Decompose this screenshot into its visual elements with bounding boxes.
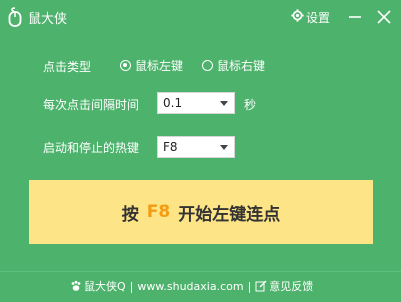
- minimize-icon: [349, 16, 361, 18]
- footer-separator: |: [247, 279, 252, 293]
- dropdown-arrow-icon: [220, 101, 228, 106]
- start-prefix: 按: [121, 204, 139, 225]
- radio-right-label: 鼠标右键: [217, 58, 266, 73]
- mouse-logo-icon: [8, 7, 22, 27]
- minimize-button[interactable]: [346, 8, 364, 26]
- start-clicking-button[interactable]: 按 F8 开始左键连点: [29, 180, 373, 244]
- dropdown-arrow-icon: [220, 145, 228, 150]
- website-link[interactable]: www.shudaxia.com: [137, 280, 243, 293]
- settings-button[interactable]: 设置: [291, 8, 330, 26]
- feedback-link-label: 意见反馈: [269, 280, 314, 293]
- brand-link-label: 鼠大侠Q: [84, 280, 126, 293]
- gear-icon: [291, 9, 304, 25]
- interval-label: 每次点击间隔时间: [43, 98, 140, 112]
- start-suffix: 开始左键连点: [178, 204, 281, 225]
- hotkey-value: F8: [163, 140, 178, 154]
- footer-separator: |: [129, 279, 134, 293]
- hotkey-select[interactable]: F8: [157, 136, 235, 158]
- title-bar[interactable]: 鼠大侠 设置: [0, 0, 401, 34]
- paw-icon: [71, 280, 81, 291]
- radio-left-button[interactable]: 鼠标左键: [120, 57, 183, 73]
- brand-link[interactable]: 鼠大侠Q: [70, 278, 126, 294]
- feedback-link[interactable]: 意见反馈: [255, 278, 313, 294]
- hotkey-label: 启动和停止的热键: [43, 141, 140, 155]
- app-window: 鼠大侠 设置 点击类型 鼠标左键 鼠标右键 每次点击间隔时间 0.1 秒 启动和…: [0, 0, 401, 301]
- radio-right-button[interactable]: 鼠标右键: [202, 57, 265, 73]
- radio-unselected-icon: [202, 59, 213, 71]
- close-icon: [377, 10, 391, 24]
- radio-selected-icon: [120, 59, 131, 71]
- interval-select[interactable]: 0.1: [157, 92, 235, 114]
- radio-left-label: 鼠标左键: [135, 58, 184, 73]
- close-button[interactable]: [375, 8, 393, 26]
- start-hotkey: F8: [146, 202, 171, 222]
- app-title: 鼠大侠: [28, 12, 68, 27]
- interval-unit: 秒: [244, 98, 257, 112]
- interval-value: 0.1: [163, 96, 183, 110]
- click-type-label: 点击类型: [43, 60, 92, 74]
- settings-label: 设置: [306, 10, 331, 25]
- footer: 鼠大侠Q | www.shudaxia.com | 意见反馈: [0, 271, 401, 302]
- edit-icon: [255, 280, 267, 292]
